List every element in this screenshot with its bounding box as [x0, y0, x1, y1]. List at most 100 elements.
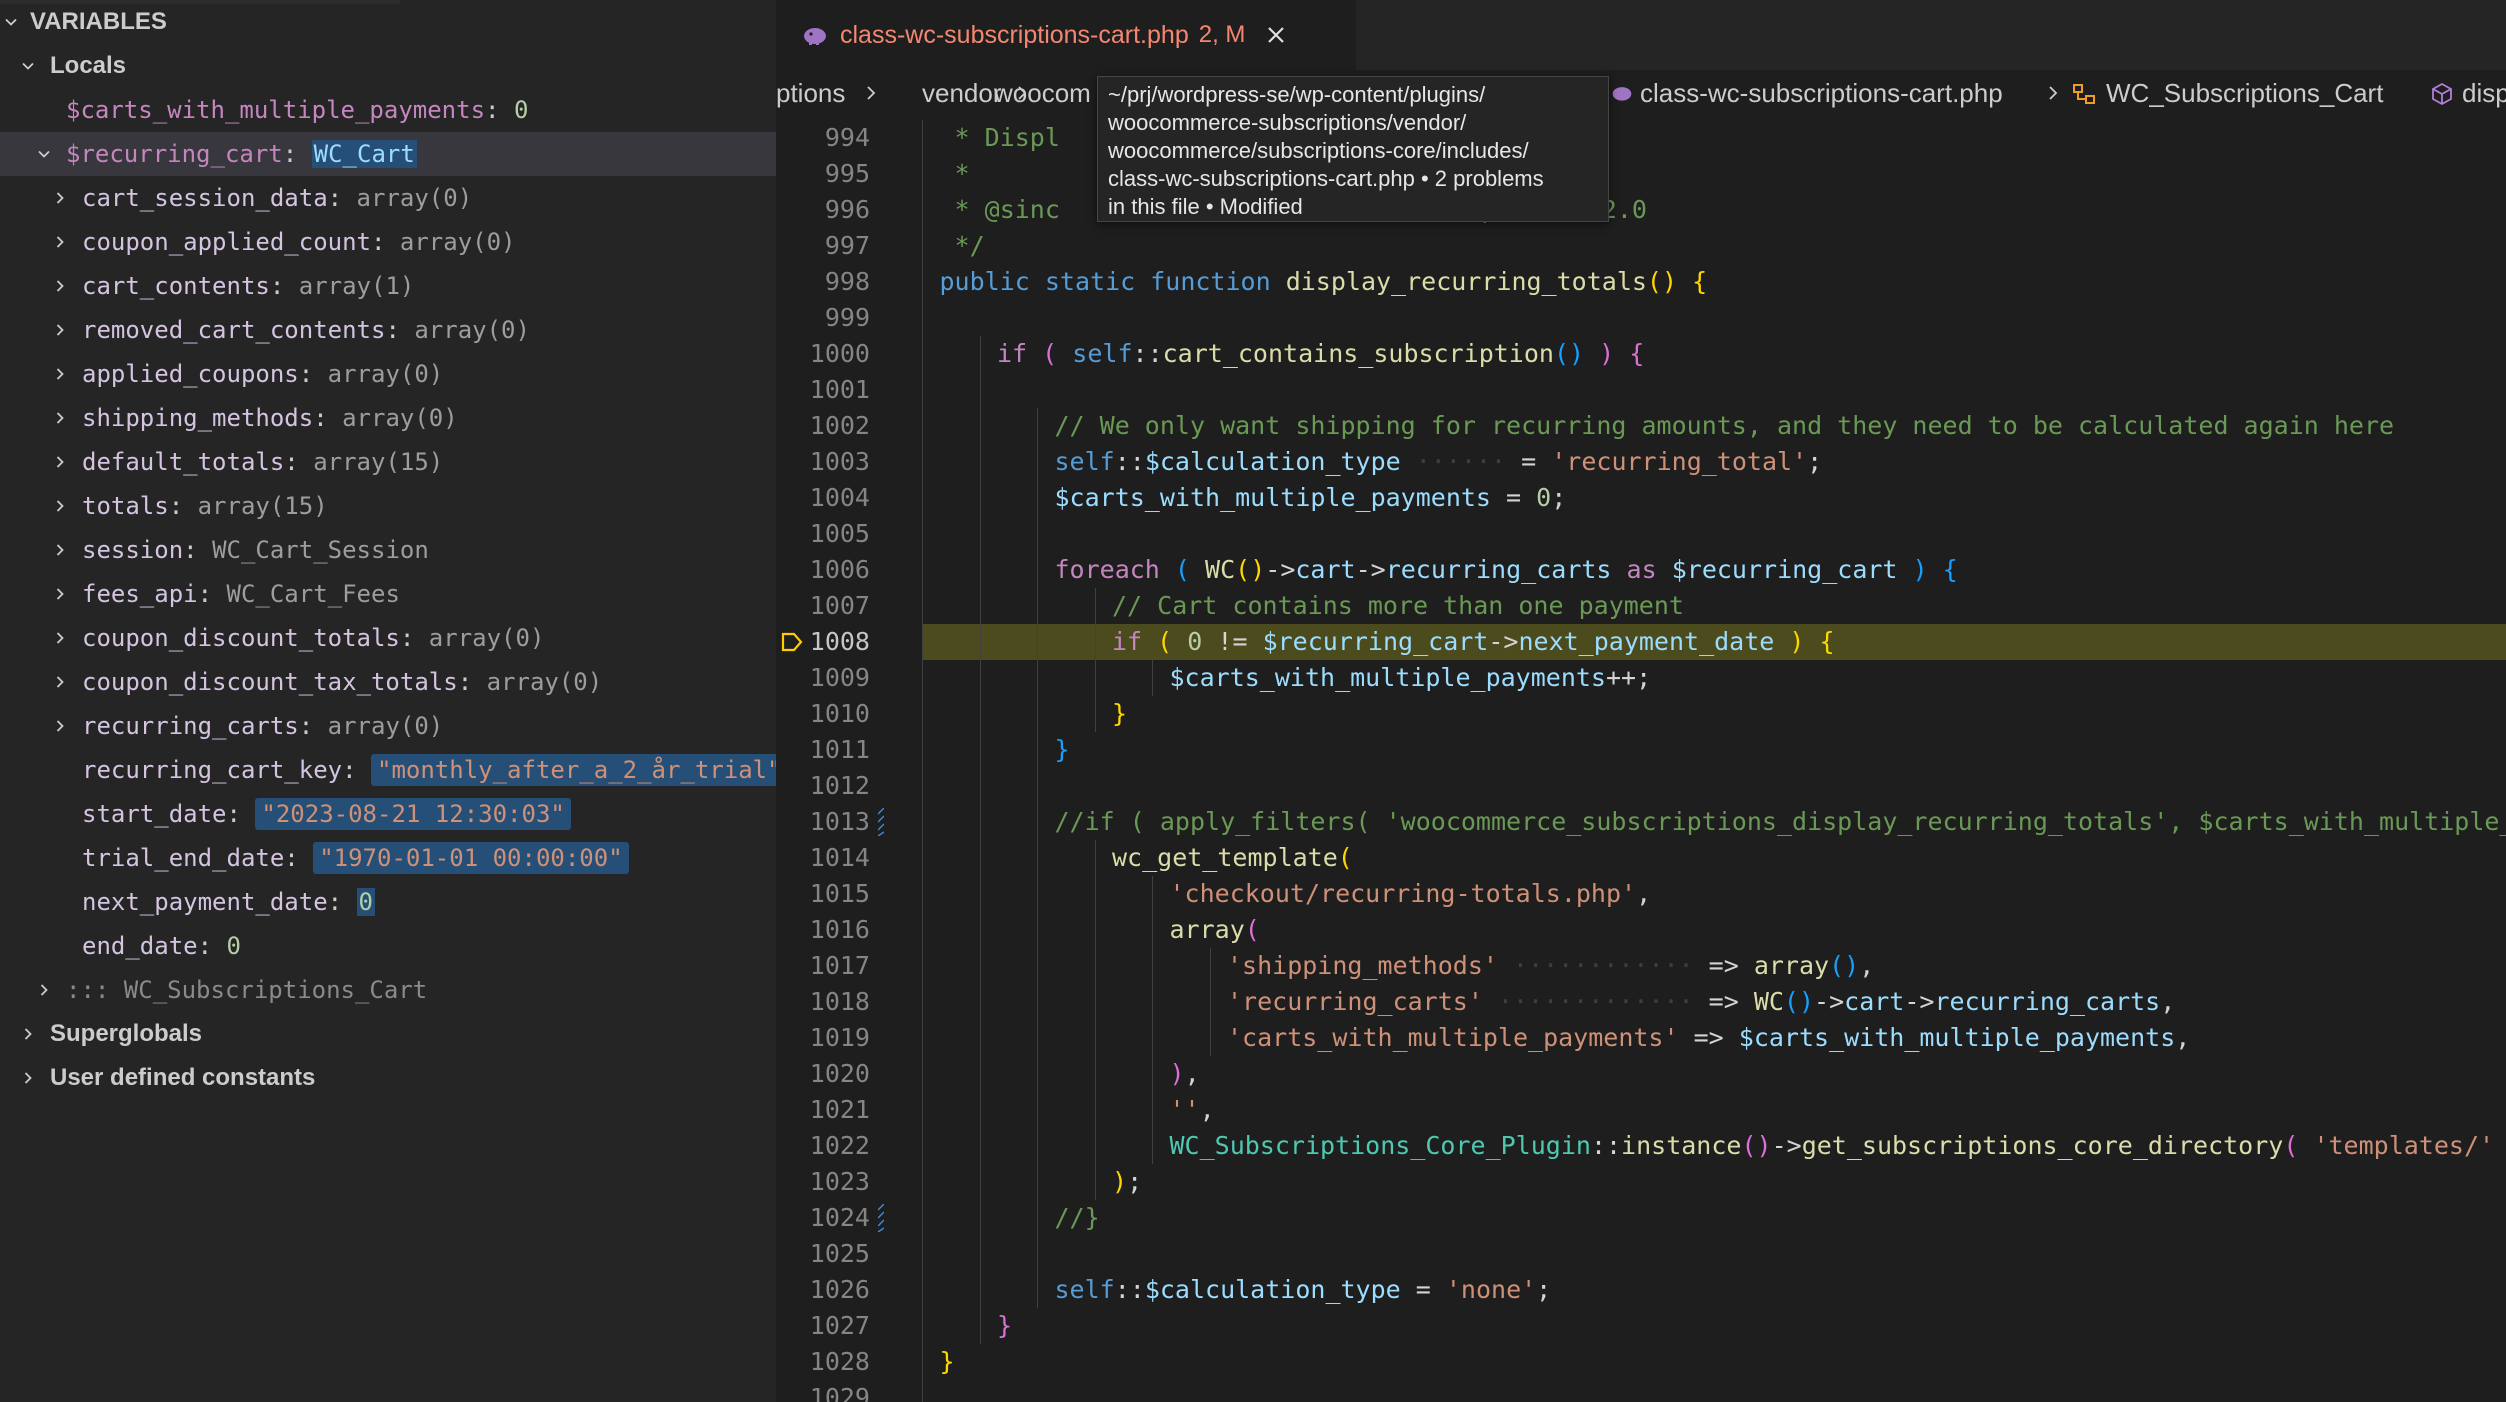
- member-row[interactable]: shipping_methods: array(0): [0, 396, 776, 440]
- code-token: ,: [1859, 951, 1875, 980]
- code-line[interactable]: 998 public static function display_recurr…: [776, 264, 2506, 300]
- breadcrumb-item[interactable]: class-wc-subscriptions-cart.php: [1640, 78, 2003, 109]
- member-value: array(0): [414, 316, 530, 344]
- code-line[interactable]: 1015 'checkout/recurring-totals.php',: [776, 876, 2506, 912]
- code-line[interactable]: 1011}: [776, 732, 2506, 768]
- code-text: self::$calculation_type = 'none';: [1055, 1272, 1552, 1308]
- member-row[interactable]: applied_coupons: array(0): [0, 352, 776, 396]
- member-row[interactable]: fees_api: WC_Cart_Fees: [0, 572, 776, 616]
- member-end-date[interactable]: end_date: 0: [0, 924, 776, 968]
- code-editor[interactable]: 994 * Displ the cart995 *996 * @sinc Sub…: [776, 116, 2506, 1402]
- member-row[interactable]: cart_contents: array(1): [0, 264, 776, 308]
- code-line[interactable]: 1009 $carts_with_multiple_payments++;: [776, 660, 2506, 696]
- member-row[interactable]: coupon_applied_count: array(0): [0, 220, 776, 264]
- superglobals-scope[interactable]: Superglobals: [0, 1012, 776, 1056]
- close-icon[interactable]: [1263, 22, 1289, 48]
- variable-recurring-cart[interactable]: $recurring_cart: WC_Cart: [0, 132, 776, 176]
- class-static-node[interactable]: ::: WC_Subscriptions_Cart: [0, 968, 776, 1012]
- breadcrumb-item[interactable]: vendor: [922, 78, 1002, 109]
- member-name: removed_cart_contents: [82, 316, 386, 344]
- code-line[interactable]: 1006 foreach ( WC()->cart->recurring_cart…: [776, 552, 2506, 588]
- member-name: totals: [82, 492, 169, 520]
- code-line[interactable]: 1008 if ( 0 != $recurring_cart->next_paym…: [776, 624, 2506, 660]
- breadcrumb-item[interactable]: woocom: [994, 78, 1091, 109]
- code-line[interactable]: 1002 // We only want shipping for recurri…: [776, 408, 2506, 444]
- line-number: 1013: [809, 807, 870, 836]
- indent-guide: [922, 768, 923, 804]
- breadcrumb-item[interactable]: WC_Subscriptions_Cart: [2106, 78, 2383, 109]
- code-line[interactable]: 1024 //}: [776, 1200, 2506, 1236]
- user-constants-scope[interactable]: User defined constants: [0, 1056, 776, 1100]
- member-value: array(0): [356, 184, 473, 212]
- code-token: wc_get_template: [1112, 843, 1338, 872]
- code-line[interactable]: 1003 self::$calculation_type ······ = 're…: [776, 444, 2506, 480]
- member-row[interactable]: start_date: "2023-08-21 12:30:03": [0, 792, 776, 836]
- locals-label: Locals: [50, 52, 127, 79]
- code-line[interactable]: 1026 self::$calculation_type = 'none';: [776, 1272, 2506, 1308]
- code-line[interactable]: 1016 array(: [776, 912, 2506, 948]
- indent-guide: [979, 984, 981, 1020]
- code-line[interactable]: 995 *: [776, 156, 2506, 192]
- code-line[interactable]: 1029: [776, 1380, 2506, 1402]
- code-line[interactable]: 1014 wc_get_template(: [776, 840, 2506, 876]
- line-number: 1018: [809, 987, 870, 1016]
- code-line[interactable]: 994 * Displ the cart: [776, 120, 2506, 156]
- code-line[interactable]: 1022 WC_Subscriptions_Core_Plugin::instan…: [776, 1128, 2506, 1164]
- member-row[interactable]: totals: array(15): [0, 484, 776, 528]
- line-number: 1004: [809, 483, 870, 512]
- breadcrumb-item[interactable]: disp: [2462, 78, 2506, 109]
- variable-carts-with-multiple-payments[interactable]: $carts_with_multiple_payments: 0: [0, 88, 776, 132]
- code-line[interactable]: 1018 'recurring_carts' ············· => W…: [776, 984, 2506, 1020]
- code-line[interactable]: 1012: [776, 768, 2506, 804]
- code-token: get_subscriptions_core_directory: [1801, 1131, 2284, 1160]
- code-line[interactable]: 999: [776, 300, 2506, 336]
- line-number: 1023: [809, 1167, 870, 1196]
- member-value: array(0): [486, 668, 603, 696]
- member-next-payment-date[interactable]: next_payment_date: 0: [0, 880, 776, 924]
- member-row[interactable]: trial_end_date: "1970-01-01 00:00:00": [0, 836, 776, 880]
- code-line[interactable]: 1010}: [776, 696, 2506, 732]
- indent-guide: [979, 1236, 981, 1272]
- line-number: 1007: [809, 591, 870, 620]
- code-line[interactable]: 1001: [776, 372, 2506, 408]
- member-row[interactable]: coupon_discount_tax_totals: array(0): [0, 660, 776, 704]
- code-token: =>: [1708, 987, 1754, 1016]
- code-line[interactable]: 997 */: [776, 228, 2506, 264]
- variables-section-header[interactable]: VARIABLES: [0, 0, 776, 44]
- member-name: coupon_discount_totals: [82, 624, 400, 652]
- code-token: ·············: [1482, 987, 1709, 1016]
- code-token: ;: [1536, 1275, 1552, 1304]
- code-line[interactable]: 1007 // Cart contains more than one payme…: [776, 588, 2506, 624]
- code-line[interactable]: 1000 if ( self::cart_contains_subscriptio…: [776, 336, 2506, 372]
- code-line[interactable]: 1023);: [776, 1164, 2506, 1200]
- code-line[interactable]: 1028}: [776, 1344, 2506, 1380]
- member-row[interactable]: session: WC_Cart_Session: [0, 528, 776, 572]
- file-path-tooltip: ~/prj/wordpress-se/wp-content/plugins/ w…: [1097, 76, 1609, 222]
- code-line[interactable]: 996 * @sinc Subscriptions v2.0: [776, 192, 2506, 228]
- code-line[interactable]: 1004 $carts_with_multiple_payments = 0;: [776, 480, 2506, 516]
- code-line[interactable]: 1017 'shipping_methods' ············ => a…: [776, 948, 2506, 984]
- member-row[interactable]: cart_session_data: array(0): [0, 176, 776, 220]
- member-row[interactable]: removed_cart_contents: array(0): [0, 308, 776, 352]
- code-line[interactable]: 1021 '',: [776, 1092, 2506, 1128]
- code-line[interactable]: 1020),: [776, 1056, 2506, 1092]
- code-line[interactable]: 1019 'carts_with_multiple_payments' => $c…: [776, 1020, 2506, 1056]
- code-line[interactable]: 1013 //if ( apply_filters( 'woocommerce_s…: [776, 804, 2506, 840]
- code-line[interactable]: 1005: [776, 516, 2506, 552]
- locals-scope[interactable]: Locals: [0, 44, 776, 88]
- php-file-icon: [1612, 87, 1632, 101]
- chevron-down-icon: [17, 44, 39, 88]
- breadcrumb-item[interactable]: ptions: [776, 78, 845, 109]
- code-line[interactable]: 1025: [776, 1236, 2506, 1272]
- member-row[interactable]: coupon_discount_totals: array(0): [0, 616, 776, 660]
- member-row[interactable]: default_totals: array(15): [0, 440, 776, 484]
- member-value: "2023-08-21 12:30:03": [255, 798, 571, 830]
- code-line[interactable]: 1027}: [776, 1308, 2506, 1344]
- member-row[interactable]: recurring_carts: array(0): [0, 704, 776, 748]
- member-row[interactable]: recurring_cart_key: "monthly_after_a_2_å…: [0, 748, 776, 792]
- code-token: //}: [1054, 1203, 1100, 1232]
- editor-tab[interactable]: class-wc-subscriptions-cart.php 2, M: [776, 0, 1356, 70]
